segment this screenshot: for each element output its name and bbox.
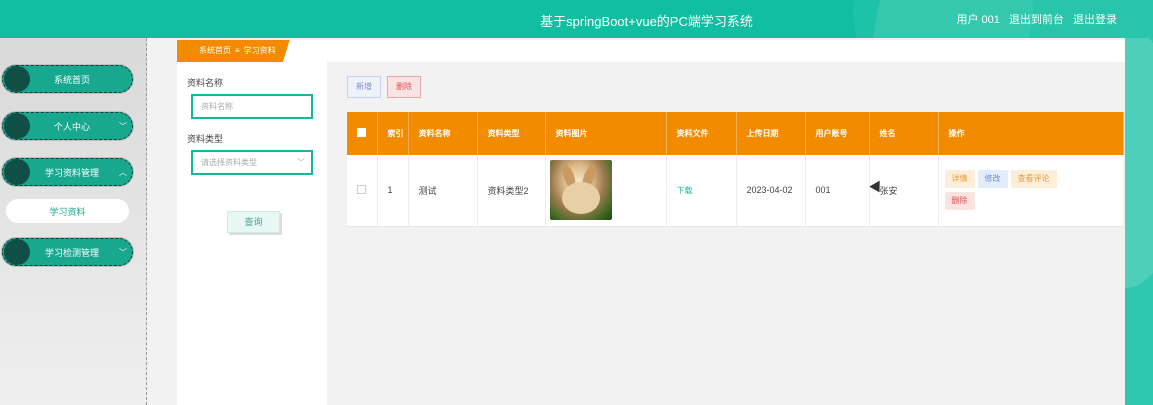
name-search-input[interactable]: 资料名称 (191, 94, 313, 119)
user-label: 用户 001 (956, 14, 1000, 26)
column-header: 资料文件 (666, 112, 737, 155)
cell-index: 1 (377, 155, 409, 227)
top-header: 基于springBoot+vue的PC端学习系统 用户 001 退出到前台 退出… (0, 0, 1153, 38)
column-header: 资料名称 (408, 112, 478, 155)
sidebar: 系统首页 个人中心 ﹀ 学习资料管理 ︿ 学习资料 学习检测管理 ﹀ (0, 38, 147, 405)
delete-button[interactable]: 删除 (944, 192, 975, 211)
cell-account: 001 (805, 155, 870, 227)
materials-table: 索引 资料名称 资料类型 资料图片 资料文件 上传日期 用户账号 姓名 操作 1… (347, 112, 1124, 227)
name-label: 资料名称 (187, 78, 224, 88)
breadcrumb: 系统首页 ≡ 学习资料 (177, 40, 290, 62)
sidebar-item-label: 系统首页 (53, 74, 90, 85)
right-decoration (1125, 38, 1153, 405)
add-button[interactable]: 新增 (347, 76, 381, 98)
sidebar-item-material-management[interactable]: 学习资料管理 ︿ (2, 158, 133, 186)
query-button[interactable]: 查询 (227, 211, 280, 233)
sidebar-item-label: 学习资料管理 (44, 167, 99, 178)
breadcrumb-home[interactable]: 系统首页 (199, 46, 231, 55)
sidebar-subitem-materials[interactable]: 学习资料 (6, 199, 129, 223)
type-label: 资料类型 (187, 134, 224, 144)
type-select-placeholder: 请选择资料类型 (201, 158, 257, 167)
sidebar-item-home[interactable]: 系统首页 (2, 65, 133, 93)
table-row: 1 测试 资料类型2 下载 2023-04-02 001 张安 详情 修改 查看… (347, 155, 1124, 227)
detail-button[interactable]: 详情 (944, 170, 975, 189)
table-header-row: 索引 资料名称 资料类型 资料图片 资料文件 上传日期 用户账号 姓名 操作 (347, 112, 1124, 155)
select-all-header[interactable] (347, 112, 378, 155)
cell-type: 资料类型2 (477, 155, 546, 227)
search-panel: 资料名称 资料名称 资料类型 请选择资料类型 ﹀ 查询 (177, 62, 327, 405)
edit-button[interactable]: 修改 (977, 170, 1008, 189)
cell-name: 测试 (408, 155, 478, 227)
content-area: 系统首页 ≡ 学习资料 资料名称 资料名称 资料类型 请选择资料类型 ﹀ 查询 新增… (177, 40, 1125, 405)
sidebar-item-label: 个人中心 (53, 121, 90, 132)
chevron-down-icon: ﹀ (119, 247, 127, 257)
column-header: 姓名 (869, 112, 939, 155)
column-header: 索引 (377, 112, 409, 155)
sidebar-item-test-management[interactable]: 学习检测管理 ﹀ (2, 238, 133, 266)
row-checkbox[interactable] (357, 184, 366, 194)
chevron-down-icon: ﹀ (119, 121, 127, 131)
chevron-down-icon: ﹀ (297, 158, 305, 167)
batch-delete-button[interactable]: 删除 (387, 76, 421, 98)
exit-to-frontend-link[interactable]: 退出到前台 (1009, 14, 1064, 26)
select-all-checkbox[interactable] (357, 128, 366, 137)
list-panel: 新增 删除 索引 资料名称 资料类型 资料图片 资料文件 上传日期 用户账号 姓… (327, 62, 1125, 405)
chevron-up-icon: ︿ (119, 167, 127, 177)
column-header: 用户账号 (805, 112, 870, 155)
cell-date: 2023-04-02 (736, 155, 806, 227)
breadcrumb-separator: ≡ (235, 46, 240, 55)
logout-link[interactable]: 退出登录 (1073, 14, 1117, 26)
menu-dot-icon (4, 66, 30, 92)
header-user-area: 用户 001 退出到前台 退出登录 (950, 11, 1117, 27)
sidebar-item-label: 学习检测管理 (44, 247, 99, 258)
download-link[interactable]: 下载 (677, 186, 693, 195)
menu-dot-icon (4, 159, 30, 185)
type-select[interactable]: 请选择资料类型 ﹀ (191, 150, 313, 175)
menu-dot-icon (4, 113, 30, 139)
column-header: 操作 (938, 112, 1124, 155)
menu-dot-icon (4, 239, 30, 265)
column-header: 资料类型 (477, 112, 546, 155)
column-header: 上传日期 (736, 112, 806, 155)
sidebar-item-personal-center[interactable]: 个人中心 ﹀ (2, 112, 133, 140)
view-comments-button[interactable]: 查看评论 (1010, 170, 1057, 189)
material-image-thumbnail[interactable] (549, 160, 612, 221)
cell-actions: 详情 修改 查看评论 删除 (938, 155, 1124, 227)
breadcrumb-current: 学习资料 (243, 46, 276, 55)
column-header: 资料图片 (545, 112, 667, 155)
